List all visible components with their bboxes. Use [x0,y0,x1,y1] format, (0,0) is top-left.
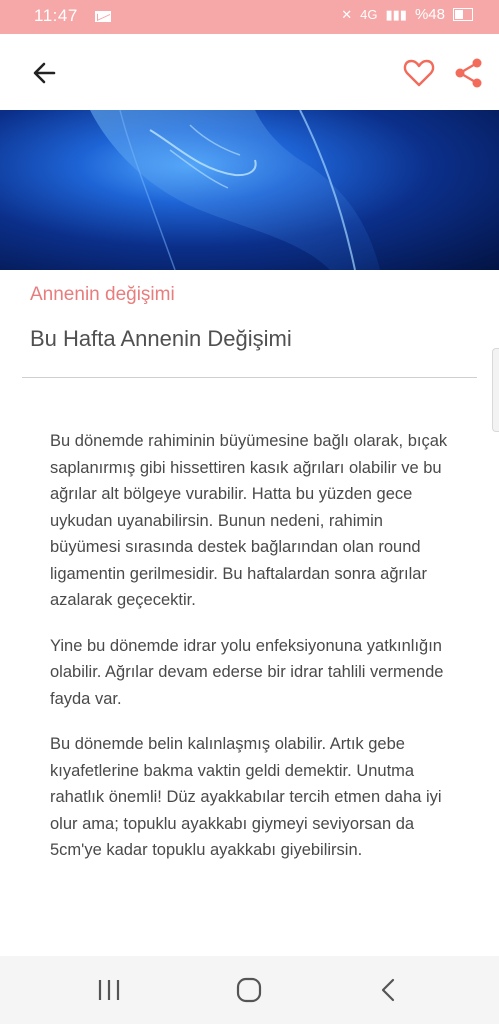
status-time: 11:47 [34,6,78,25]
article-category: Annenin değişimi [30,284,175,305]
mute-icon: ✕ [341,6,353,22]
article-paragraph: Bu dönemde rahiminin büyümesine bağlı ol… [50,432,448,609]
back-chevron-icon [381,978,395,1002]
system-nav-bar [0,956,499,1024]
signal-icon: ▮▮▮ [385,6,407,22]
anatomy-illustration [90,110,380,270]
app-toolbar [0,34,499,110]
recent-apps-button[interactable] [89,974,129,1006]
network-type: 4G [360,7,378,22]
scroll-handle[interactable] [492,348,499,432]
favorite-button[interactable] [402,56,436,90]
share-button[interactable] [452,56,486,90]
back-button[interactable] [28,56,62,90]
article-title: Bu Hafta Annenin Değişimi [30,326,292,351]
mail-icon [95,11,111,22]
battery-percent: %48 [414,6,445,23]
heart-icon [403,59,435,87]
recent-apps-icon [98,980,120,1000]
share-icon [455,58,482,88]
home-icon [236,977,262,1003]
nav-back-button[interactable] [369,974,409,1006]
status-bar: 11:47 ✕ 4G ▮▮▮ %48 [0,0,499,34]
battery-icon [453,8,473,21]
article-paragraph: Bu dönemde belin kalınlaşmış olabilir. A… [50,735,442,859]
arrow-left-icon [33,62,56,84]
hero-image [0,110,499,270]
divider [22,377,477,378]
home-button[interactable] [229,974,269,1006]
status-icons: ✕ 4G ▮▮▮ %48 [341,6,473,23]
article-body: Bu dönemde rahiminin büyümesine bağlı ol… [50,428,450,883]
article-paragraph: Yine bu dönemde idrar yolu enfeksiyonuna… [50,636,444,708]
